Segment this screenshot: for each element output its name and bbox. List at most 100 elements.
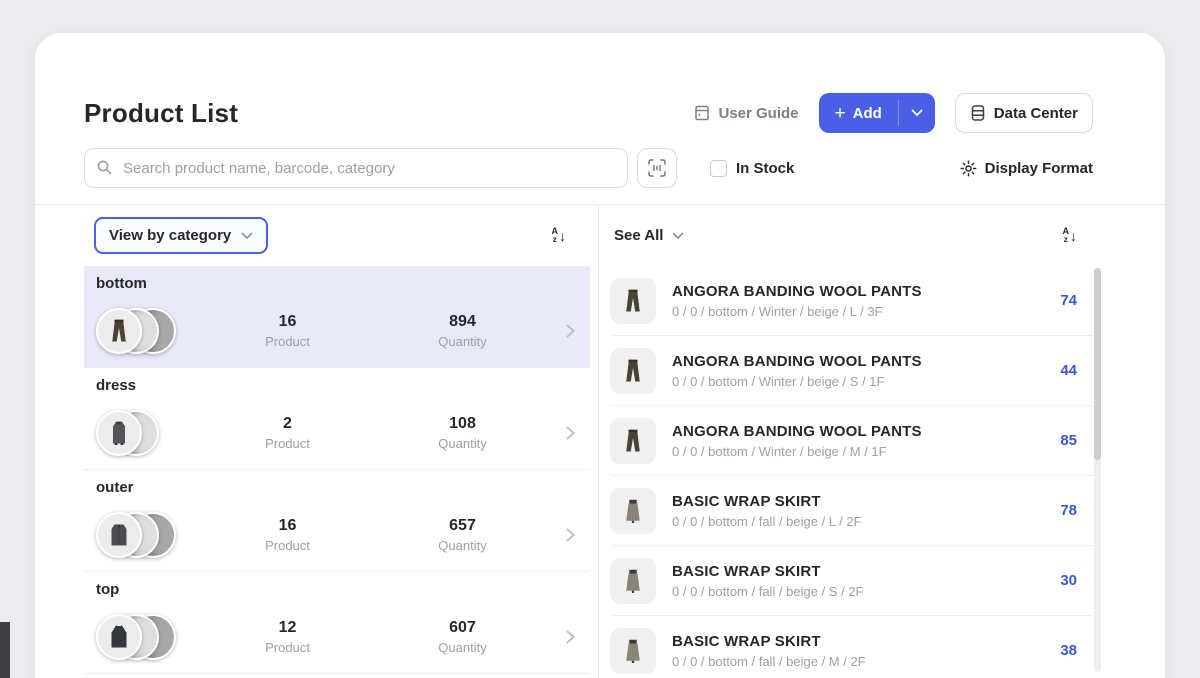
product-details: 0 / 0 / bottom / Winter / beige / M / 1F bbox=[672, 444, 1029, 459]
category-quantity-count: 607 bbox=[375, 619, 550, 637]
product-sort-button[interactable]: Az ↓ bbox=[1063, 227, 1078, 244]
database-icon bbox=[970, 104, 986, 122]
category-quantity-label: Quantity bbox=[375, 538, 550, 553]
see-all-dropdown[interactable]: See All bbox=[614, 227, 684, 244]
product-thumbnail bbox=[610, 488, 656, 534]
view-by-label: View by category bbox=[109, 227, 231, 244]
product-row[interactable]: BASIC WRAP SKIRT 0 / 0 / bottom / fall /… bbox=[610, 616, 1093, 678]
category-thumbnail bbox=[96, 614, 142, 660]
user-guide-label: User Guide bbox=[718, 105, 798, 122]
category-name: dress bbox=[96, 377, 136, 394]
in-stock-filter[interactable]: In Stock bbox=[710, 160, 794, 177]
sort-az-icon: Az bbox=[552, 227, 559, 244]
guide-book-icon bbox=[693, 104, 711, 122]
chevron-right-icon bbox=[550, 528, 590, 542]
add-button-label: Add bbox=[853, 105, 882, 122]
product-thumbnail bbox=[610, 278, 656, 324]
gear-icon bbox=[960, 160, 977, 177]
search-box bbox=[84, 148, 628, 188]
pants-image bbox=[618, 426, 648, 456]
sort-arrow-icon: ↓ bbox=[1070, 229, 1077, 243]
pants-image bbox=[618, 286, 648, 316]
user-guide-button[interactable]: User Guide bbox=[693, 104, 798, 122]
skirt-image bbox=[618, 566, 648, 596]
product-thumbnail bbox=[610, 628, 656, 674]
sort-arrow-icon: ↓ bbox=[559, 229, 566, 243]
category-name: top bbox=[96, 581, 119, 598]
category-list: bottom 16 Product 894 Quantity dress bbox=[84, 266, 590, 674]
product-name: ANGORA BANDING WOOL PANTS bbox=[672, 353, 1029, 370]
product-panel-header: See All Az ↓ bbox=[610, 205, 1093, 266]
barcode-scan-button[interactable] bbox=[637, 148, 677, 188]
search-input[interactable] bbox=[84, 148, 628, 188]
display-format-button[interactable]: Display Format bbox=[960, 160, 1093, 177]
display-format-label: Display Format bbox=[985, 160, 1093, 177]
chevron-right-icon bbox=[550, 630, 590, 644]
skirt-image bbox=[618, 636, 648, 666]
product-row[interactable]: ANGORA BANDING WOOL PANTS 0 / 0 / bottom… bbox=[610, 266, 1093, 336]
category-row[interactable]: dress 2 Product 108 Quantity bbox=[84, 368, 590, 470]
category-product-label: Product bbox=[200, 334, 375, 349]
category-row[interactable]: top 12 Product 607 Quantity bbox=[84, 572, 590, 674]
category-thumbnails bbox=[96, 410, 200, 456]
in-stock-checkbox[interactable] bbox=[710, 160, 727, 177]
category-product-count: 16 bbox=[200, 517, 375, 535]
add-split-button: + Add bbox=[819, 93, 935, 133]
category-product-count: 16 bbox=[200, 313, 375, 331]
category-quantity-count: 894 bbox=[375, 313, 550, 331]
product-details: 0 / 0 / bottom / Winter / beige / S / 1F bbox=[672, 374, 1029, 389]
add-button[interactable]: + Add bbox=[819, 93, 898, 133]
category-panel-header: View by category Az ↓ bbox=[84, 205, 590, 266]
jacket-image bbox=[104, 622, 134, 652]
add-dropdown-button[interactable] bbox=[899, 93, 935, 133]
category-row[interactable]: bottom 16 Product 894 Quantity bbox=[84, 266, 590, 368]
chevron-right-icon bbox=[550, 426, 590, 440]
product-thumbnail bbox=[610, 558, 656, 604]
app-window: Product List User Guide + Add bbox=[0, 0, 1200, 678]
category-row[interactable]: outer 16 Product 657 Quantity bbox=[84, 470, 590, 572]
view-by-dropdown[interactable]: View by category bbox=[94, 217, 268, 254]
coat-image bbox=[104, 520, 134, 550]
product-panel: See All Az ↓ ANGORA BANDING WOOL PANTS 0… bbox=[610, 205, 1093, 678]
category-name: bottom bbox=[96, 275, 147, 292]
category-thumbnails bbox=[96, 512, 200, 558]
product-row[interactable]: ANGORA BANDING WOOL PANTS 0 / 0 / bottom… bbox=[610, 336, 1093, 406]
barcode-scan-icon bbox=[647, 158, 667, 178]
product-row[interactable]: BASIC WRAP SKIRT 0 / 0 / bottom / fall /… bbox=[610, 546, 1093, 616]
category-product-count: 12 bbox=[200, 619, 375, 637]
category-product-label: Product bbox=[200, 640, 375, 655]
product-thumbnail bbox=[610, 418, 656, 464]
product-list-card: Product List User Guide + Add bbox=[35, 33, 1165, 678]
chevron-down-icon bbox=[672, 232, 684, 240]
product-details: 0 / 0 / bottom / fall / beige / S / 2F bbox=[672, 584, 1029, 599]
category-thumbnail bbox=[96, 410, 142, 456]
background-edge-strip bbox=[0, 622, 10, 678]
product-name: BASIC WRAP SKIRT bbox=[672, 493, 1029, 510]
product-details: 0 / 0 / bottom / fall / beige / M / 2F bbox=[672, 654, 1029, 669]
in-stock-label: In Stock bbox=[736, 160, 794, 177]
product-name: ANGORA BANDING WOOL PANTS bbox=[672, 423, 1029, 440]
category-product-count: 2 bbox=[200, 415, 375, 433]
product-name: ANGORA BANDING WOOL PANTS bbox=[672, 283, 1029, 300]
category-quantity-label: Quantity bbox=[375, 436, 550, 451]
category-quantity-label: Quantity bbox=[375, 334, 550, 349]
product-row[interactable]: ANGORA BANDING WOOL PANTS 0 / 0 / bottom… bbox=[610, 406, 1093, 476]
sort-az-icon: Az bbox=[1063, 227, 1070, 244]
product-count: 38 bbox=[1029, 642, 1093, 659]
chevron-down-icon bbox=[911, 109, 923, 117]
category-thumbnail bbox=[96, 512, 142, 558]
category-name: outer bbox=[96, 479, 134, 496]
see-all-label: See All bbox=[614, 227, 663, 244]
panel-divider bbox=[598, 204, 599, 678]
data-center-label: Data Center bbox=[994, 105, 1078, 122]
product-name: BASIC WRAP SKIRT bbox=[672, 563, 1029, 580]
data-center-button[interactable]: Data Center bbox=[955, 93, 1093, 133]
category-sort-button[interactable]: Az ↓ bbox=[552, 227, 567, 244]
product-thumbnail bbox=[610, 348, 656, 394]
page-header: Product List User Guide + Add bbox=[84, 91, 1093, 135]
product-row[interactable]: BASIC WRAP SKIRT 0 / 0 / bottom / fall /… bbox=[610, 476, 1093, 546]
category-thumbnail bbox=[96, 308, 142, 354]
product-count: 30 bbox=[1029, 572, 1093, 589]
scrollbar-thumb[interactable] bbox=[1094, 268, 1101, 460]
search-toolbar: In Stock Display Format bbox=[84, 148, 1093, 188]
